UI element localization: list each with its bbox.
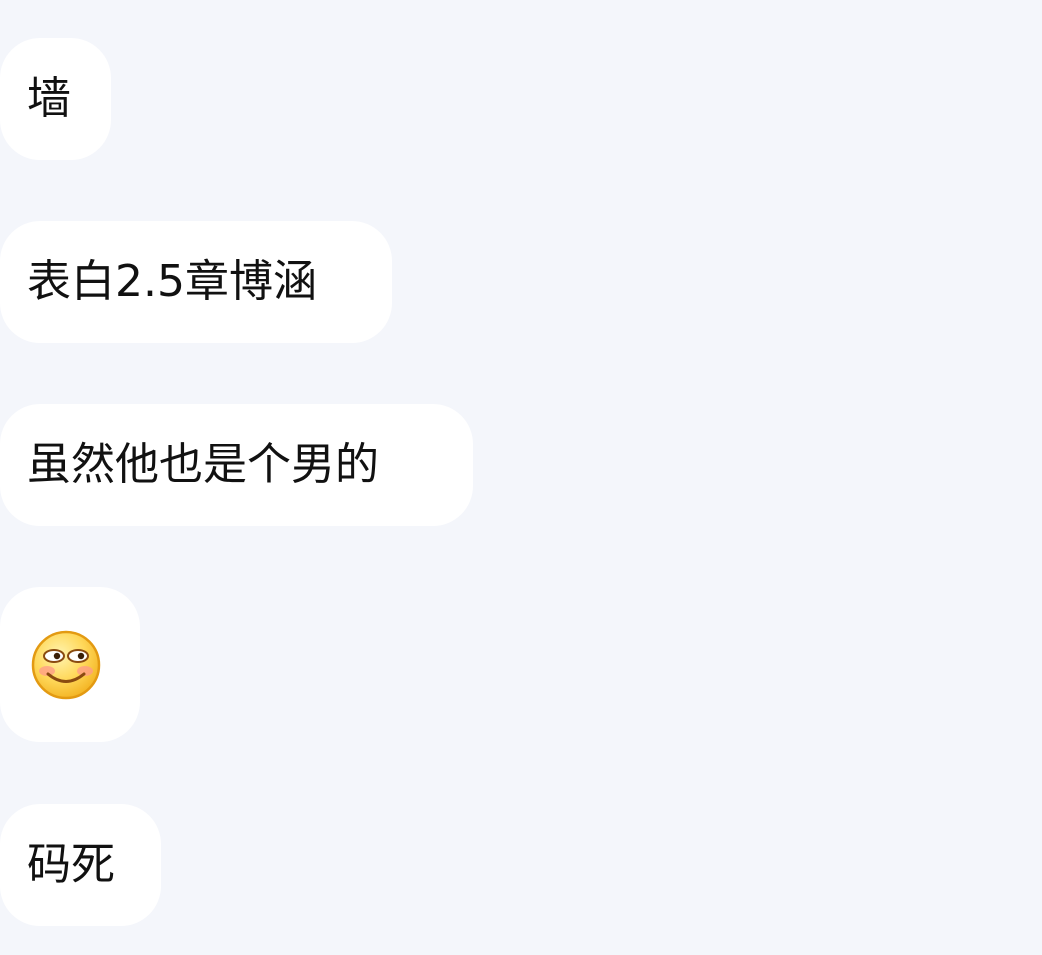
chat-message-list[interactable]: 墙 表白2.5章博涵 虽然他也是个男的 码死 [0, 0, 1042, 955]
shy-smile-emoji-icon [31, 630, 101, 699]
message-bubble[interactable]: 墙 [0, 38, 111, 160]
message-bubble[interactable]: 虽然他也是个男的 [0, 404, 473, 526]
message-text: 表白2.5章博涵 [27, 256, 317, 307]
message-bubble[interactable]: 码死 [0, 804, 161, 926]
message-text: 墙 [27, 73, 71, 124]
message-text: 码死 [27, 839, 115, 890]
message-text: 虽然他也是个男的 [27, 439, 379, 490]
message-bubble[interactable]: 表白2.5章博涵 [0, 221, 392, 343]
emoji-message-bubble[interactable] [0, 587, 140, 742]
